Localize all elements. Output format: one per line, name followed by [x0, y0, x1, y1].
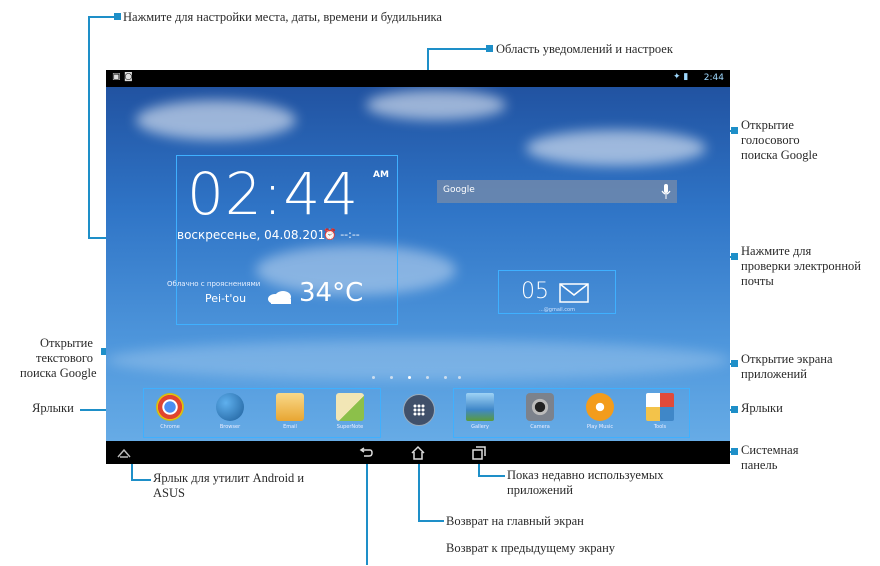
leader-tick	[731, 448, 738, 455]
asus-utilities-icon[interactable]	[116, 445, 132, 461]
leader-line	[131, 479, 151, 481]
leader-line	[478, 475, 505, 477]
system-bar	[106, 441, 730, 464]
wifi-battery-icon: ✦ ▮	[673, 72, 689, 82]
leader-line	[366, 459, 368, 565]
callout-check-email-line3: почты	[741, 274, 774, 288]
notification-status-bar[interactable]: ▣ ◙ ✦ ▮ 2:44	[106, 70, 730, 87]
weather-city: Pei-t'ou	[205, 292, 247, 305]
all-apps-button[interactable]	[403, 394, 435, 426]
notes-icon	[336, 393, 364, 421]
recent-apps-icon[interactable]	[471, 445, 487, 461]
app-shortcut[interactable]: SuperNote	[330, 393, 370, 430]
weather-temperature: 34°C	[299, 278, 364, 308]
callout-recent-apps-line1: Показ недавно используемых	[507, 468, 664, 482]
leader-tick	[114, 13, 121, 20]
alarm-status: ⏰ --:--	[323, 228, 360, 241]
globe-icon	[216, 393, 244, 421]
notification-icon: ◙	[124, 72, 133, 82]
email-account: ...@gmail.com	[539, 307, 575, 313]
email-widget[interactable]: 05 ...@gmail.com	[498, 270, 616, 314]
clock-date: воскресенье, 04.08.2013	[177, 228, 333, 242]
app-shortcut[interactable]: Browser	[210, 393, 250, 430]
page-indicator-dot	[372, 376, 375, 379]
callout-utilities-line1: Ярлык для утилит Android и	[153, 471, 305, 485]
callout-system-bar-line2: панель	[741, 458, 778, 472]
callout-system-bar-line1: Системная	[741, 443, 799, 457]
callout-voice-search-line3: поиска Google	[741, 148, 818, 162]
back-icon[interactable]	[358, 445, 374, 461]
gallery-icon	[466, 393, 494, 421]
google-search-bar[interactable]: Google	[437, 180, 677, 203]
screenshot-icon: ▣	[112, 72, 121, 82]
cloud-icon	[268, 291, 291, 304]
callout-check-email-line1: Нажмите для	[741, 244, 812, 258]
tools-folder-icon	[646, 393, 674, 421]
leader-tick	[731, 406, 738, 413]
home-icon[interactable]	[410, 445, 426, 461]
google-search-label: Google	[443, 185, 475, 195]
callout-shortcuts-left: Ярлыки	[32, 401, 74, 415]
tablet-home-screen: ▣ ◙ ✦ ▮ 2:44 02:44 AM воскресенье, 04.08…	[106, 70, 730, 464]
callout-voice-search-line2: голосового	[741, 133, 800, 147]
callout-recent-apps-line2: приложений	[507, 483, 573, 497]
leader-tick	[731, 127, 738, 134]
chrome-icon	[156, 393, 184, 421]
callout-back: Возврат к предыдущему экрану	[446, 541, 616, 555]
status-time: 2:44	[703, 73, 724, 83]
page-indicator-dot	[426, 376, 429, 379]
app-shortcut[interactable]: Gallery	[460, 393, 500, 430]
shortcuts-left-group: Chrome Browser Email SuperNote	[143, 388, 381, 438]
music-icon	[586, 393, 614, 421]
unread-email-count: 05	[521, 279, 549, 304]
clock-time: 02:44	[187, 160, 360, 228]
leader-tick	[486, 45, 493, 52]
leader-line	[418, 459, 420, 521]
page-indicator-dot	[408, 376, 411, 379]
page-indicator-dot	[390, 376, 393, 379]
callout-notification-area: Область уведомлений и настроек	[496, 42, 673, 56]
leader-tick	[731, 253, 738, 260]
clock-weather-widget[interactable]: 02:44 AM воскресенье, 04.08.2013 ⏰ --:--…	[167, 155, 398, 325]
callout-apps-screen-line1: Открытие экрана	[741, 352, 833, 366]
email-icon	[276, 393, 304, 421]
page-indicator-dot	[458, 376, 461, 379]
app-shortcut[interactable]: Chrome	[150, 393, 190, 430]
callout-settings-area: Нажмите для настройки места, даты, време…	[123, 10, 442, 24]
leader-line	[418, 520, 444, 522]
clock-ampm: AM	[373, 170, 389, 180]
page-indicator-dot	[444, 376, 447, 379]
weather-condition: Облачно с прояснениями	[167, 280, 261, 288]
app-shortcut[interactable]: Play Music	[580, 393, 620, 430]
shortcuts-right-group: Gallery Camera Play Music Tools	[453, 388, 690, 438]
leader-tick	[731, 360, 738, 367]
camera-icon	[526, 393, 554, 421]
app-shortcut[interactable]: Camera	[520, 393, 560, 430]
callout-text-search-line3: поиска Google	[20, 366, 97, 380]
callout-check-email-line2: проверки электронной	[741, 259, 861, 273]
callout-text-search-line1: Открытие	[40, 336, 93, 350]
callout-voice-search-line1: Открытие	[741, 118, 794, 132]
app-shortcut[interactable]: Email	[270, 393, 310, 430]
callout-shortcuts-right: Ярлыки	[741, 401, 783, 415]
app-shortcut[interactable]: Tools	[640, 393, 680, 430]
microphone-icon[interactable]	[661, 183, 671, 200]
envelope-icon	[559, 283, 589, 303]
callout-utilities-line2: ASUS	[153, 486, 185, 500]
leader-line	[88, 16, 90, 238]
callout-text-search-line2: текстового	[36, 351, 94, 365]
callout-apps-screen-line2: приложений	[741, 367, 807, 381]
leader-line	[427, 48, 491, 50]
callout-home: Возврат на главный экран	[446, 514, 584, 528]
grid-icon	[413, 404, 425, 416]
